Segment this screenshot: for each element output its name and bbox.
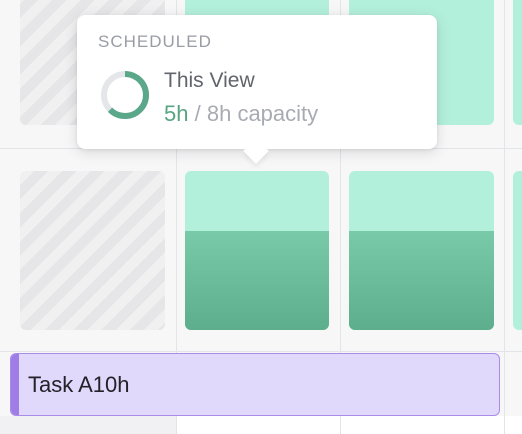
capacity-cell[interactable] <box>185 171 329 330</box>
task-bar[interactable]: Task A10h <box>10 353 500 416</box>
capacity-cell[interactable] <box>513 0 522 125</box>
tooltip-header: SCHEDULED <box>98 32 212 51</box>
unavailable-cell <box>20 171 165 330</box>
grid-row-line <box>0 351 522 352</box>
scheduled-fill <box>349 231 494 330</box>
grid-line <box>504 0 505 434</box>
capacity-summary: 5h / 8h capacity <box>164 101 318 127</box>
day-column-bg <box>177 416 522 434</box>
capacity-cell[interactable] <box>513 171 522 330</box>
task-label: Task A10h <box>28 372 130 397</box>
scheduled-hours: 5h <box>164 101 189 126</box>
tooltip-arrow <box>243 138 269 164</box>
task-bar-accent <box>11 354 19 415</box>
scheduled-fill <box>185 231 329 330</box>
scheduled-progress-ring-icon <box>101 71 149 119</box>
scheduled-tooltip: SCHEDULED This View 5h / 8h capacity <box>77 15 437 164</box>
day-column-bg-unavailable <box>0 416 176 434</box>
capacity-cell[interactable] <box>349 171 494 330</box>
view-label: This View <box>164 69 255 92</box>
workload-timeline: Task A10h SCHEDULED This View 5h / 8h ca… <box>0 0 522 434</box>
capacity-separator: / <box>194 101 201 126</box>
capacity-text: 8h capacity <box>206 101 319 126</box>
